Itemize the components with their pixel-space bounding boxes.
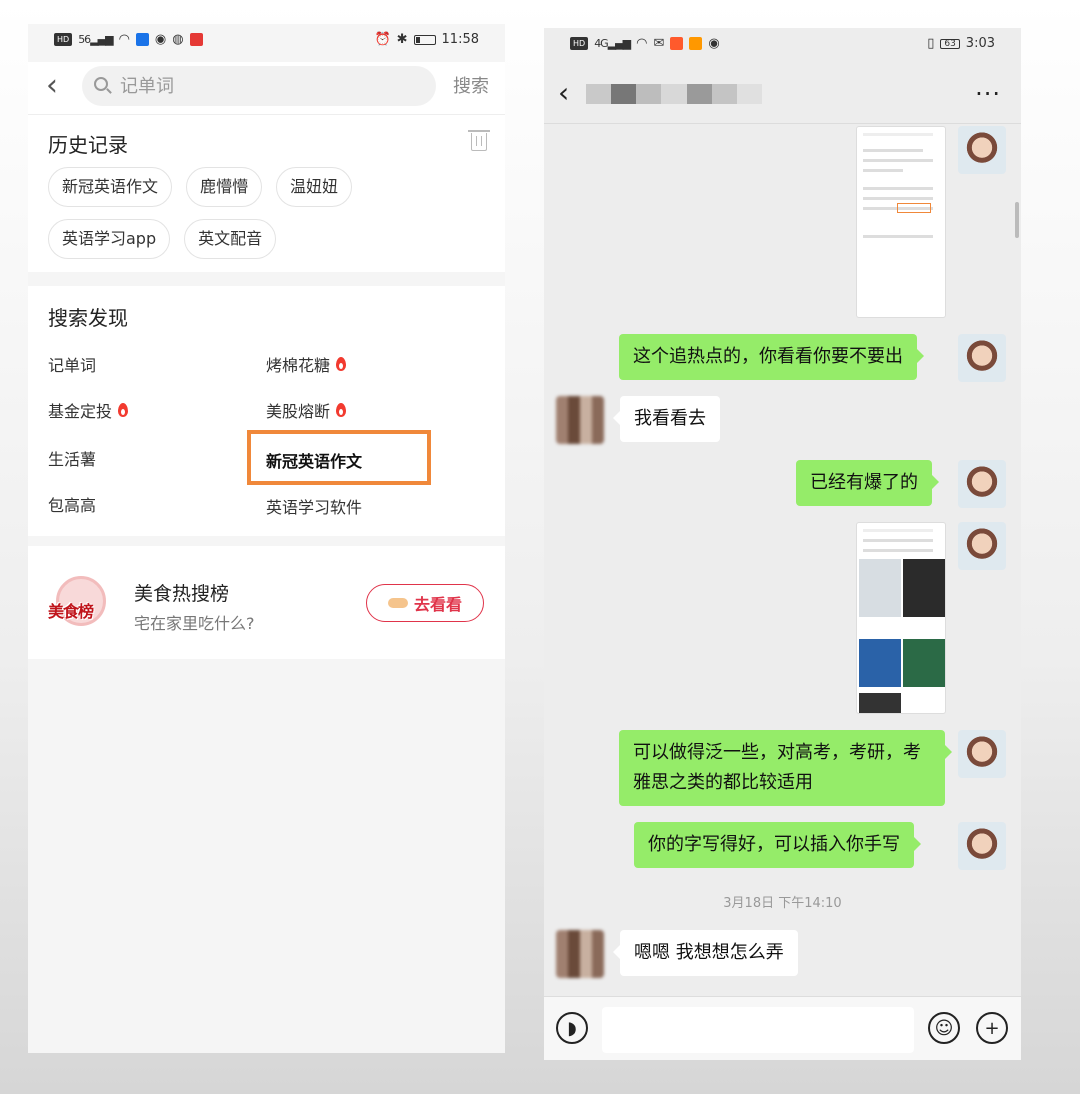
battery-icon: [413, 34, 436, 45]
flame-icon: [336, 357, 347, 371]
status-time: 3:03: [965, 36, 995, 51]
status-bar: HD 4G▂▄▆ ◠ ✉ ◉ ▯ 63 3:03: [544, 28, 1021, 60]
hd-icon: HD: [54, 33, 73, 46]
app-notification-icon: ◍: [172, 32, 184, 47]
pointing-hand-icon: [387, 598, 408, 608]
search-box[interactable]: [82, 66, 436, 106]
my-avatar[interactable]: [958, 126, 1006, 174]
app-notification-icon: ◉: [708, 36, 720, 51]
chat-bubble-received: 嗯嗯 我想想怎么弄: [613, 930, 798, 976]
food-hot-search-card[interactable]: 美食榜 美食热搜榜 宅在家里吃什么? 去看看: [28, 546, 505, 659]
go-see-button[interactable]: 去看看: [366, 584, 484, 622]
bluetooth-icon: ✱: [396, 32, 408, 47]
battery-icon: 63: [940, 38, 960, 49]
emoji-icon[interactable]: ☺: [928, 1012, 960, 1044]
chat-bubble-sent: 这个追热点的，你看看你要不要出: [619, 334, 924, 380]
discover-item[interactable]: 烤棉花糖: [266, 352, 347, 376]
chat-title-blurred: [586, 84, 762, 104]
scrollbar[interactable]: [1015, 202, 1019, 238]
history-chip[interactable]: 英文配音: [184, 219, 277, 259]
flame-icon: [118, 403, 129, 417]
discover-item[interactable]: 基金定投: [48, 398, 129, 422]
chat-bubble-sent: 已经有爆了的: [796, 460, 939, 506]
my-avatar[interactable]: [958, 522, 1006, 570]
app-notification-icon: ✉: [653, 36, 665, 51]
discover-title: 搜索发现: [48, 306, 128, 330]
highlight-box: [247, 430, 431, 485]
app-notification-icon: [189, 33, 203, 46]
wifi-icon: ◠: [118, 32, 130, 47]
search-history-section: 历史记录 新冠英语作文 鹿懵懵 温妞妞 英语学习app 英文配音: [28, 114, 505, 272]
history-chip[interactable]: 新冠英语作文: [48, 167, 173, 207]
discover-item[interactable]: 英语学习软件: [266, 494, 362, 518]
discover-item[interactable]: 生活薯: [48, 446, 96, 470]
trash-icon[interactable]: [468, 130, 490, 151]
chat-bubble-sent: 你的字写得好，可以插入你手写: [634, 822, 921, 868]
back-icon[interactable]: ‹: [46, 70, 58, 102]
search-discover-section: 搜索发现 记单词 烤棉花糖 基金定投 美股熔断 生活薯 新冠英语作文 包高高 英…: [28, 286, 505, 536]
history-chip[interactable]: 鹿懵懵: [186, 167, 263, 207]
message-input[interactable]: [602, 1007, 914, 1053]
app-notification-icon: [670, 37, 684, 50]
chat-image-message[interactable]: [856, 126, 946, 318]
chat-input-bar: ◗ ☺ +: [544, 996, 1021, 1060]
left-phone-screen: HD 56▂▄▆ ◠ ◉ ◍ ⏰ ✱ 11:58 ‹ 搜索 历史记录 新冠英语作…: [28, 24, 505, 1053]
food-card-title: 美食热搜榜: [134, 583, 230, 605]
wifi-icon: ◠: [636, 36, 648, 51]
chat-timestamp: 3月18日 下午14:10: [723, 896, 842, 911]
plus-icon[interactable]: +: [976, 1012, 1008, 1044]
chat-image-message[interactable]: [856, 522, 946, 714]
more-icon[interactable]: ···: [975, 80, 1001, 108]
history-chip[interactable]: 英语学习app: [48, 219, 171, 259]
search-input[interactable]: [120, 66, 420, 106]
contact-avatar[interactable]: [556, 930, 604, 978]
status-bar: HD 56▂▄▆ ◠ ◉ ◍ ⏰ ✱ 11:58: [28, 24, 505, 56]
history-chip[interactable]: 温妞妞: [276, 167, 353, 207]
my-avatar[interactable]: [958, 730, 1006, 778]
signal-icon: 4G▂▄▆: [594, 37, 631, 50]
my-avatar[interactable]: [958, 460, 1006, 508]
discover-item[interactable]: 包高高: [48, 492, 96, 516]
app-notification-icon: ◉: [154, 32, 167, 47]
search-icon: [94, 77, 108, 91]
food-rank-logo: 美食榜: [48, 576, 116, 630]
status-time: 11:58: [441, 32, 479, 47]
food-card-subtitle: 宅在家里吃什么?: [134, 614, 255, 633]
right-phone-screen: HD 4G▂▄▆ ◠ ✉ ◉ ▯ 63 3:03 ‹ ··· 这个追热点的，你看…: [544, 28, 1021, 1060]
chat-header: ‹ ···: [544, 62, 1021, 124]
history-title: 历史记录: [48, 133, 128, 157]
chat-bubble-received: 我看看去: [613, 396, 720, 442]
vibrate-icon: ▯: [927, 36, 935, 51]
my-avatar[interactable]: [958, 334, 1006, 382]
app-notification-icon: [689, 37, 703, 50]
alarm-icon: ⏰: [374, 32, 391, 47]
contact-avatar[interactable]: [556, 396, 604, 444]
voice-icon[interactable]: ◗: [556, 1012, 588, 1044]
search-button[interactable]: 搜索: [453, 72, 489, 98]
history-chip-list: 新冠英语作文 鹿懵懵 温妞妞 英语学习app 英文配音: [48, 167, 488, 259]
search-header: ‹ 搜索: [28, 62, 505, 114]
app-notification-icon: [135, 33, 149, 46]
discover-item[interactable]: 记单词: [48, 352, 96, 376]
my-avatar[interactable]: [958, 822, 1006, 870]
chat-bubble-sent: 可以做得泛一些，对高考，考研，考雅思之类的都比较适用: [619, 730, 952, 806]
hd-icon: HD: [570, 37, 589, 50]
flame-icon: [336, 403, 347, 417]
back-icon[interactable]: ‹: [558, 76, 569, 109]
discover-item[interactable]: 美股熔断: [266, 398, 347, 422]
signal-icon: 56▂▄▆: [78, 33, 113, 46]
